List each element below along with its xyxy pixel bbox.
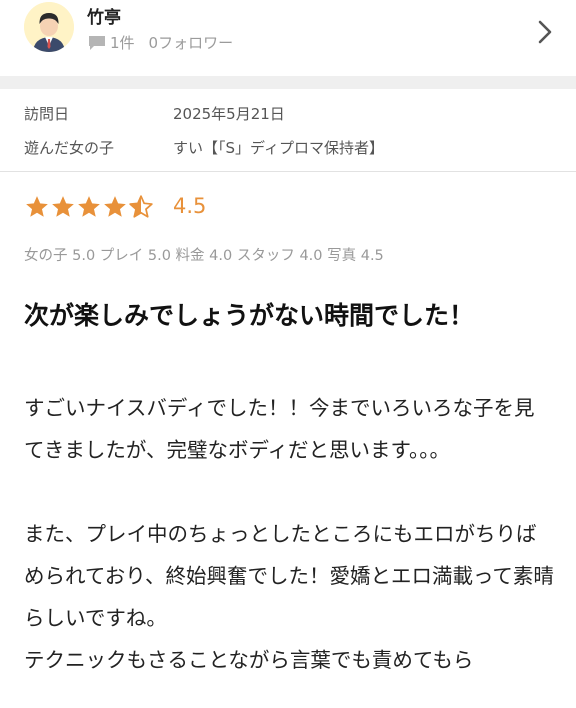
review-count: 1件	[110, 34, 135, 52]
follower-count: 0フォロワー	[148, 34, 234, 52]
rating-row: 4.5	[0, 190, 576, 230]
comment-icon	[89, 35, 105, 50]
visit-date-row: 訪問日 2025年5月21日	[0, 95, 576, 129]
girl-label: 遊んだ女の子	[24, 139, 115, 157]
sub-scores: 女の子 5.0 プレイ 5.0 料金 4.0 スタッフ 4.0 写真 4.5	[24, 248, 384, 264]
visit-info: 訪問日 2025年5月21日 遊んだ女の子 すい【「S」ディプロマ保持者】	[0, 89, 576, 172]
star-icon	[104, 196, 126, 217]
girl-value[interactable]: すい【「S」ディプロマ保持者】	[173, 137, 384, 158]
user-meta: 1件 0フォロワー	[88, 32, 233, 53]
visit-date-label: 訪問日	[24, 105, 70, 123]
star-icon	[78, 196, 100, 217]
section-divider	[0, 76, 576, 89]
star-rating	[24, 194, 154, 220]
rating-score: 4.5	[173, 194, 207, 218]
review-body: すごいナイスバディでした！！今までいろいろな子を見てきましたが、完璧なボディだと…	[24, 387, 554, 681]
review-title: 次が楽しみでしょうがない時間でした！	[24, 301, 475, 330]
user-avatar-icon[interactable]	[24, 2, 74, 52]
visit-date-value: 2025年5月21日	[173, 105, 285, 123]
user-name[interactable]: 竹亭	[87, 3, 121, 28]
half-star-icon	[129, 195, 153, 218]
girl-row: 遊んだ女の子 すい【「S」ディプロマ保持者】	[0, 129, 576, 163]
chevron-right-icon[interactable]	[534, 16, 556, 48]
star-icon	[26, 196, 48, 217]
star-icon	[52, 196, 74, 217]
review-paragraph: すごいナイスバディでした！！今までいろいろな子を見てきましたが、完璧なボディだと…	[24, 396, 535, 462]
review-paragraph: また、プレイ中のちょっとしたところにもエロがちりばめられており、終始興奮でした！…	[24, 522, 554, 630]
reviewer-header[interactable]: 竹亭 1件 0フォロワー	[0, 0, 576, 76]
review-paragraph: テクニックもさることながら言葉でも責めてもら	[24, 648, 474, 672]
